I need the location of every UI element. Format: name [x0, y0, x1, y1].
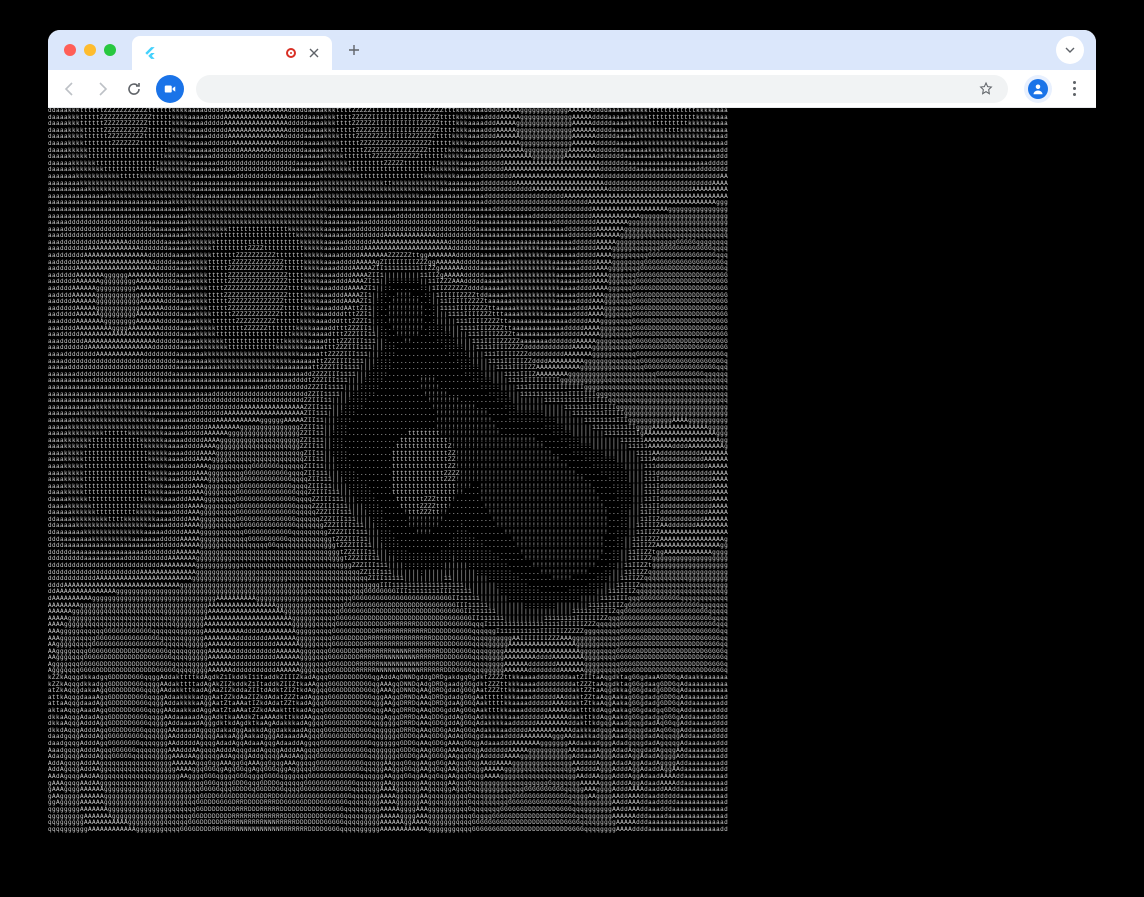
page-content: ddaaakkkttttttZZZZZZZZZZZttttttkkkkaaaad… — [48, 108, 1096, 840]
reload-button[interactable] — [120, 75, 148, 103]
window-maximize-button[interactable] — [104, 44, 116, 56]
window-close-button[interactable] — [64, 44, 76, 56]
window-minimize-button[interactable] — [84, 44, 96, 56]
back-button[interactable] — [56, 75, 84, 103]
video-extension-icon[interactable] — [156, 75, 184, 103]
recording-indicator-icon — [286, 48, 296, 58]
traffic-lights — [64, 44, 116, 56]
bookmark-star-icon[interactable] — [976, 79, 996, 99]
tabs-dropdown-button[interactable] — [1056, 36, 1084, 64]
tab-strip — [48, 30, 1096, 70]
flutter-icon — [142, 45, 158, 61]
ascii-art-image: ddaaakkkttttttZZZZZZZZZZZttttttkkkkaaaad… — [48, 108, 728, 833]
browser-toolbar — [48, 70, 1096, 108]
person-icon — [1028, 79, 1048, 99]
new-tab-button[interactable] — [340, 36, 368, 64]
profile-button[interactable] — [1024, 75, 1052, 103]
forward-button[interactable] — [88, 75, 116, 103]
address-bar[interactable] — [196, 75, 1008, 103]
browser-tab-active[interactable] — [132, 36, 332, 70]
browser-menu-button[interactable] — [1060, 75, 1088, 103]
browser-window: ddaaakkkttttttZZZZZZZZZZZttttttkkkkaaaad… — [48, 30, 1096, 840]
tab-close-button[interactable] — [306, 45, 322, 61]
